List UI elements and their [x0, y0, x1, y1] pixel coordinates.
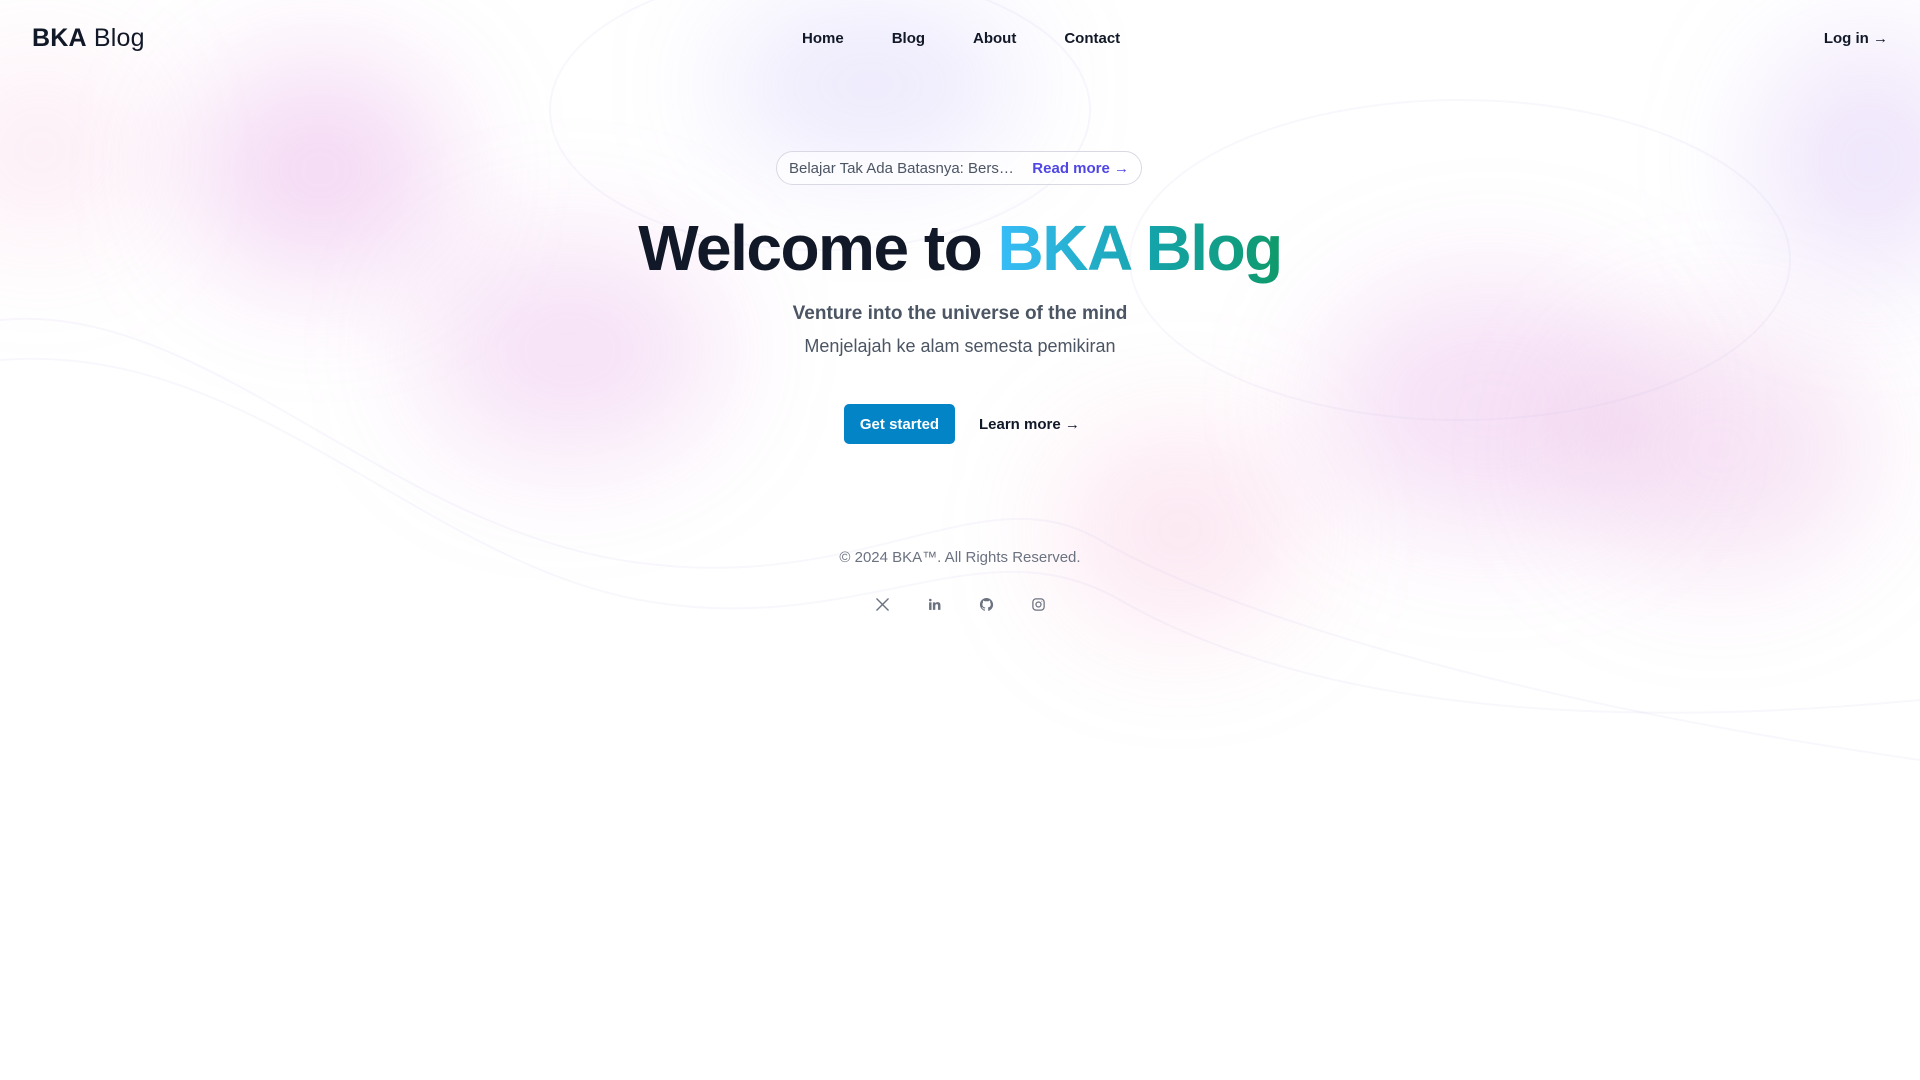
site-logo[interactable]: BKA Blog [32, 24, 145, 53]
social-links [872, 594, 1080, 614]
x-twitter-icon[interactable] [872, 594, 892, 614]
title-prefix: Welcome to [638, 212, 998, 284]
get-started-button[interactable]: Get started [844, 404, 955, 444]
login-link[interactable]: Log in → [1824, 30, 1888, 47]
landing-page: BKA Blog Home Blog About Contact Log in … [0, 0, 1920, 1080]
page-title: Welcome to BKA Blog [0, 208, 1920, 288]
learn-more-link[interactable]: Learn more → [979, 416, 1080, 433]
background-blob [1060, 430, 1300, 630]
announcement-pill[interactable]: Belajar Tak Ada Batasnya: Bersama Menjel… [776, 151, 1142, 185]
background-blob [1570, 330, 1870, 570]
announcement-text: Belajar Tak Ada Batasnya: Bersama Menjel… [789, 159, 1018, 177]
nav-home[interactable]: Home [802, 30, 844, 47]
site-header: BKA Blog Home Blog About Contact Log in … [0, 0, 1920, 80]
nav-contact[interactable]: Contact [1064, 30, 1120, 47]
main-nav: Home Blog About Contact [802, 30, 1168, 47]
hero-subtitle-secondary: Menjelajah ke alam semesta pemikiran [804, 336, 1116, 356]
cta-group: Get started Learn more → [844, 404, 1080, 444]
logo-light: Blog [93, 24, 145, 52]
read-more-link[interactable]: Read more → [1032, 160, 1129, 177]
github-icon[interactable] [976, 594, 996, 614]
title-highlight: BKA Blog [997, 212, 1284, 284]
instagram-icon[interactable] [1028, 594, 1048, 614]
logo-bold: BKA [32, 24, 87, 52]
hero-subtitle: Venture into the universe of the mind [792, 303, 1128, 324]
copyright-text: © 2024 BKA™. All Rights Reserved. [839, 549, 1081, 566]
nav-about[interactable]: About [973, 30, 1016, 47]
nav-blog[interactable]: Blog [892, 30, 925, 47]
linkedin-icon[interactable] [924, 594, 944, 614]
